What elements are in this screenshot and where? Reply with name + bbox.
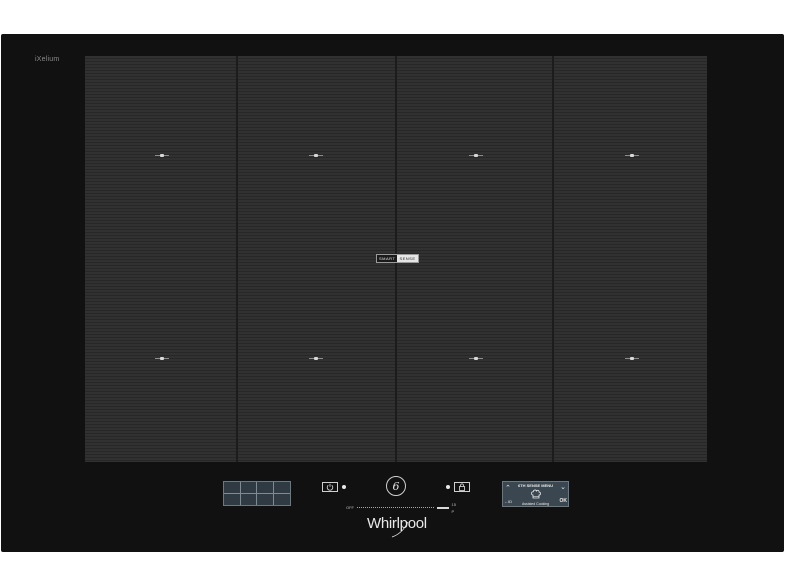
chevron-up-icon[interactable]: ⌃ (505, 485, 511, 492)
zone-selector-grid[interactable] (223, 481, 291, 506)
brand-logo: Whirlpool (364, 513, 430, 539)
slider-max-label: 15 P (451, 501, 456, 514)
power-slider[interactable]: OFF 15 P (346, 502, 459, 514)
chevron-down-icon[interactable]: ⌄ (560, 484, 566, 491)
lock-icon (459, 483, 465, 491)
zone-divider (236, 56, 238, 462)
power-indicator-dot (342, 485, 346, 489)
zone-selector-cell[interactable] (240, 482, 257, 494)
zone-selector-cell[interactable] (241, 493, 257, 505)
zone-selector-cell[interactable] (224, 493, 241, 505)
zone-marker (469, 357, 483, 360)
menu-subtitle: Assisted Cooking (521, 502, 550, 506)
power-icon (326, 483, 334, 491)
menu-display[interactable]: 6TH SENSE MENU ⌃ ⌄ ←ID OK Assisted Cooki… (502, 481, 569, 507)
zone-marker (155, 154, 169, 157)
zone-selector-cell[interactable] (257, 493, 274, 505)
zone-marker (155, 357, 169, 360)
zone-marker (625, 357, 639, 360)
badge-right-label: SENSE (397, 255, 418, 262)
zone-selector-cell[interactable] (224, 482, 241, 494)
sixth-sense-icon: 6 (392, 479, 400, 493)
slider-track-end[interactable] (436, 506, 449, 509)
power-button[interactable] (322, 482, 338, 492)
zone-selector-cell[interactable] (273, 482, 290, 494)
lock-indicator-dot (446, 485, 450, 489)
slider-min-label: OFF (346, 505, 354, 510)
zone-divider (552, 56, 554, 462)
smart-sense-badge: SMART SENSE (376, 254, 419, 263)
badge-left-label: SMART (379, 256, 396, 261)
brand-swoosh-icon (391, 521, 409, 538)
lock-button[interactable] (454, 482, 470, 492)
zone-marker (625, 154, 639, 157)
slider-track[interactable] (357, 507, 434, 508)
sixth-sense-button[interactable]: 6 (386, 476, 406, 496)
zone-selector-cell[interactable] (274, 494, 291, 506)
zone-marker (309, 357, 323, 360)
chef-hat-icon (531, 489, 541, 499)
series-logo: iXelium (35, 56, 60, 63)
zone-marker (469, 154, 483, 157)
zone-selector-cell[interactable] (257, 482, 274, 494)
zone-marker (309, 154, 323, 157)
